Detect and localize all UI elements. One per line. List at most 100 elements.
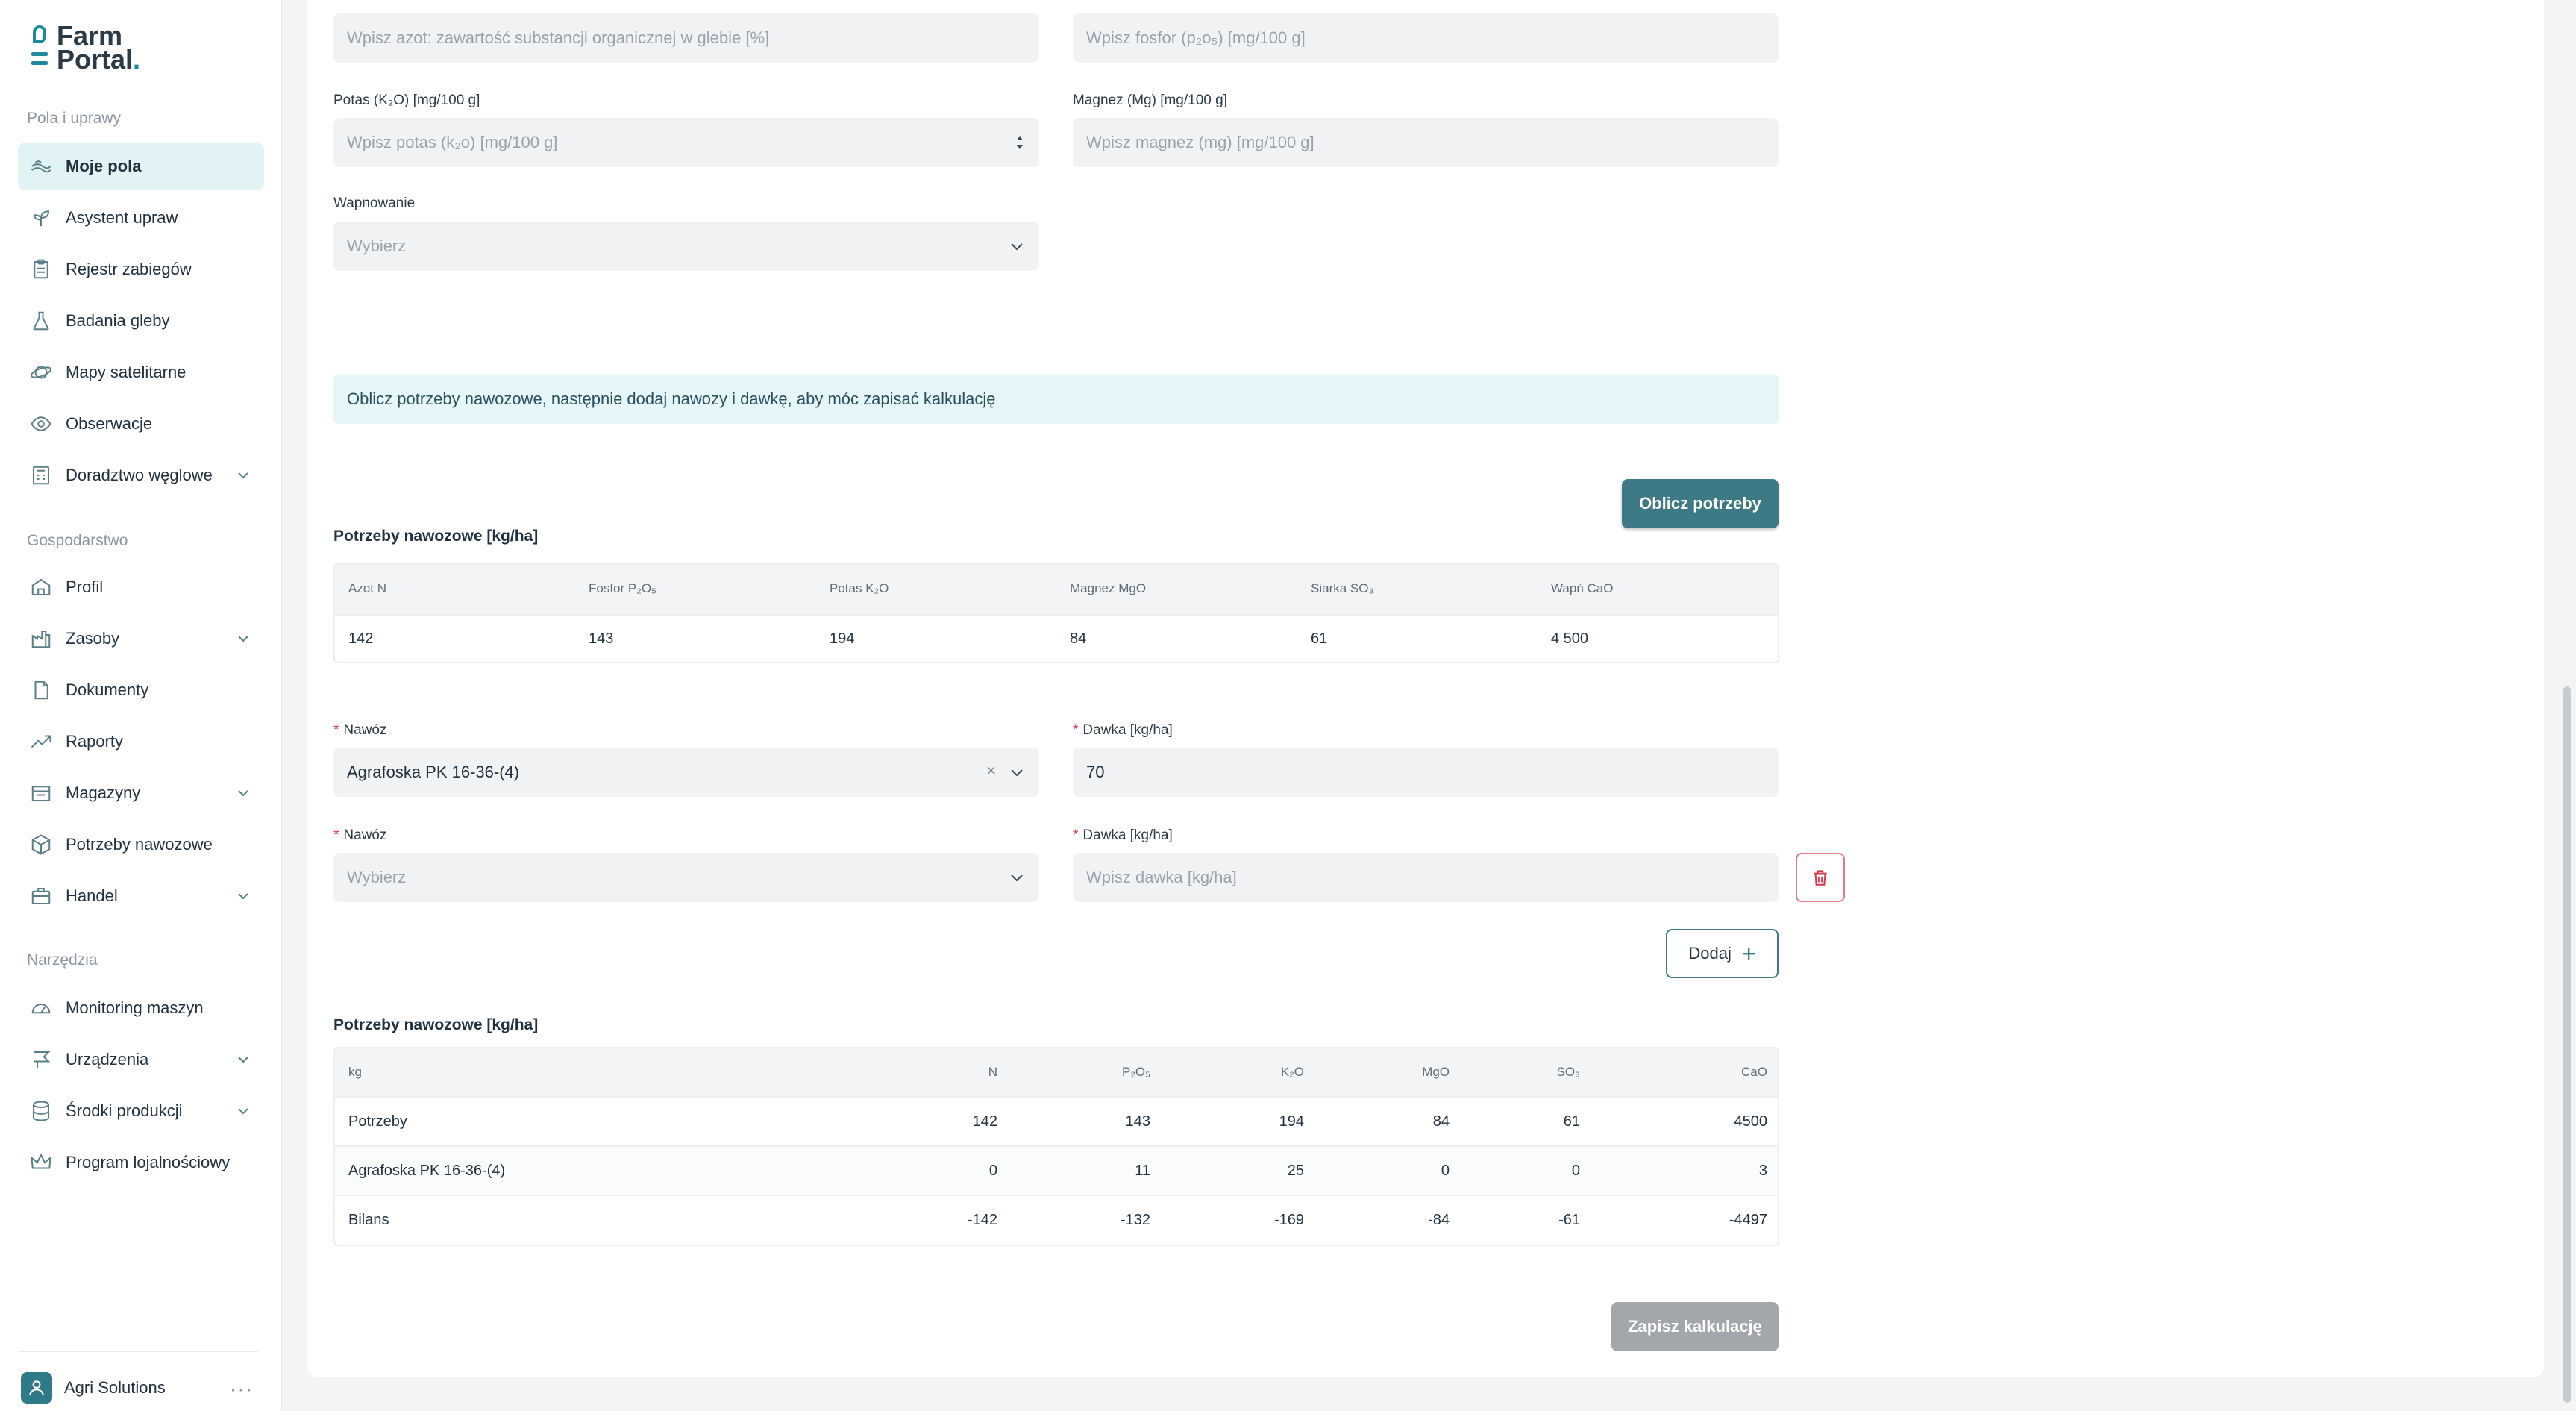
chevron-down-icon xyxy=(238,636,248,642)
azot-input[interactable]: Wpisz azot: zawartość substancji organic… xyxy=(333,13,1039,63)
table-cell: -132 xyxy=(1120,1211,1150,1228)
sidebar: Farm Portal. Pola i uprawy Moje pola Asy… xyxy=(0,0,282,1411)
calculator-icon xyxy=(28,463,54,488)
potas-label: Potas (K₂O) [mg/100 g] xyxy=(333,93,480,108)
table-header-cell: MgO xyxy=(1422,1065,1450,1079)
table-header-cell: kg xyxy=(348,1065,362,1079)
sidebar-item-urzadzenia[interactable]: Urządzenia xyxy=(18,1036,264,1083)
sidebar-item-mapy-satelitarne[interactable]: Mapy satelitarne xyxy=(18,348,264,396)
nawoz-select-1[interactable]: Agrafoska PK 16-36-(4) × xyxy=(333,748,1039,797)
nawoz-label: * Nawóz xyxy=(333,722,387,738)
table-row: Bilans -142 -132 -169 -84 -61 -4497 xyxy=(335,1196,1778,1245)
row-label: Agrafoska PK 16-36-(4) xyxy=(348,1162,506,1179)
sidebar-item-monitoring-maszyn[interactable]: Monitoring maszyn xyxy=(18,984,264,1032)
table-cell: -84 xyxy=(1428,1211,1450,1228)
table-cell: 3 xyxy=(1758,1162,1767,1179)
wapnowanie-label: Wapnowanie xyxy=(333,195,416,211)
wapnowanie-select[interactable]: Wybierz xyxy=(333,222,1039,271)
delete-row-button[interactable] xyxy=(1796,853,1845,902)
table-header-cell: Siarka SO₃ xyxy=(1311,581,1374,595)
needs-table: Azot N Fosfor P₂O₅ Potas K₂O Magnez MgO … xyxy=(333,563,1779,663)
magnez-label: Magnez (Mg) [mg/100 g] xyxy=(1073,93,1227,108)
sidebar-item-rejestr-zabiegow[interactable]: Rejestr zabiegów xyxy=(18,245,264,293)
table-cell: 84 xyxy=(1432,1113,1450,1130)
flask-icon xyxy=(28,308,54,334)
dawka-label: * Dawka [kg/ha] xyxy=(1073,722,1173,738)
potas-input[interactable]: Wpisz potas (k₂o) [mg/100 g] xyxy=(333,118,1039,167)
fields-icon xyxy=(28,154,54,179)
magnez-input[interactable]: Wpisz magnez (mg) [mg/100 g] xyxy=(1073,118,1779,167)
sidebar-item-srodki-produkcji[interactable]: Środki produkcji xyxy=(18,1087,264,1135)
chevron-down-icon xyxy=(1011,875,1023,882)
more-options-icon[interactable]: ··· xyxy=(230,1377,254,1401)
table-cell: -169 xyxy=(1273,1211,1304,1228)
table-cell: 143 xyxy=(589,631,614,647)
sidebar-item-doradztwo-weglowe[interactable]: Doradztwo węglowe xyxy=(18,451,264,499)
chevron-down-icon xyxy=(1011,769,1023,777)
dawka-input-2[interactable]: Wpisz dawka [kg/ha] xyxy=(1073,853,1779,902)
table-cell: 194 xyxy=(830,631,855,647)
chevron-down-icon xyxy=(238,472,248,479)
table-cell: 61 xyxy=(1311,631,1328,647)
factory-icon xyxy=(28,626,54,651)
farm-icon xyxy=(28,575,54,600)
chevron-down-icon xyxy=(1011,243,1023,251)
spinner-arrows-icon[interactable] xyxy=(1015,134,1024,151)
section-tools: Narzędzia xyxy=(27,951,98,969)
logo-mark-icon xyxy=(33,25,46,43)
farm-portal-logo[interactable]: Farm Portal. xyxy=(30,22,149,73)
calculate-needs-button[interactable]: Oblicz potrzeby xyxy=(1622,479,1779,528)
add-fertilizer-button[interactable]: Dodaj + xyxy=(1666,929,1779,978)
section-farm: Gospodarstwo xyxy=(27,532,128,549)
table-cell: -61 xyxy=(1558,1211,1580,1228)
sidebar-item-program-lojalnosciowy[interactable]: Program lojalnościowy xyxy=(18,1139,264,1186)
table-cell: 84 xyxy=(1070,631,1087,647)
fosfor-input[interactable]: Wpisz fosfor (p₂o₅) [mg/100 g] xyxy=(1073,13,1779,63)
save-calculation-button[interactable]: Zapisz kalkulację xyxy=(1611,1302,1779,1351)
table-header-cell: N xyxy=(988,1065,997,1079)
table-cell: 0 xyxy=(1571,1162,1580,1179)
row-label: Bilans xyxy=(348,1211,389,1228)
balance-heading: Potrzeby nawozowe [kg/ha] xyxy=(333,1016,539,1033)
sidebar-item-badania-gleby[interactable]: Badania gleby xyxy=(18,297,264,345)
briefcase-icon xyxy=(28,883,54,909)
sidebar-item-handel[interactable]: Handel xyxy=(18,872,264,920)
sidebar-item-zasoby[interactable]: Zasoby xyxy=(18,615,264,663)
chevron-down-icon xyxy=(238,1108,248,1115)
sidebar-item-potrzeby-nawozowe[interactable]: Potrzeby nawozowe xyxy=(18,821,264,869)
sidebar-item-obserwacje[interactable]: Obserwacje xyxy=(18,400,264,448)
table-cell: -142 xyxy=(967,1211,997,1228)
table-cell: 4 500 xyxy=(1551,631,1589,647)
sidebar-item-dokumenty[interactable]: Dokumenty xyxy=(18,666,264,714)
sidebar-item-moje-pola[interactable]: Moje pola xyxy=(18,143,264,190)
table-cell: 4500 xyxy=(1734,1113,1768,1130)
chevron-down-icon xyxy=(238,893,248,900)
satellite-icon xyxy=(28,360,54,385)
table-cell: 25 xyxy=(1287,1162,1304,1179)
table-header-cell: SO₃ xyxy=(1556,1065,1581,1079)
row-label: Potrzeby xyxy=(348,1113,407,1130)
needs-heading: Potrzeby nawozowe [kg/ha] xyxy=(333,528,539,545)
table-cell: 0 xyxy=(988,1162,997,1179)
nawoz-select-2[interactable]: Wybierz xyxy=(333,853,1039,902)
chevron-down-icon xyxy=(238,1057,248,1063)
user-icon xyxy=(29,1380,44,1395)
sidebar-item-asystent-upraw[interactable]: Asystent upraw xyxy=(18,194,264,242)
clear-icon[interactable]: × xyxy=(986,761,996,780)
sprout-icon xyxy=(28,205,54,231)
sidebar-item-raporty[interactable]: Raporty xyxy=(18,718,264,766)
table-cell: 11 xyxy=(1135,1162,1150,1179)
dawka-input-1[interactable]: 70 xyxy=(1073,748,1779,797)
scrollbar-thumb[interactable] xyxy=(2563,686,2571,1403)
clipboard-icon xyxy=(28,257,54,282)
plus-icon: + xyxy=(1741,940,1756,967)
user-menu[interactable]: Agri Solutions xyxy=(21,1371,166,1404)
table-row: Potrzeby 142 143 194 84 61 4500 xyxy=(335,1098,1778,1147)
trend-icon xyxy=(28,729,54,754)
sidebar-item-magazyny[interactable]: Magazyny xyxy=(18,769,264,817)
document-icon xyxy=(28,678,54,703)
table-header-cell: Azot N xyxy=(348,581,387,595)
table-header-cell: CaO xyxy=(1741,1065,1767,1079)
sidebar-item-profil[interactable]: Profil xyxy=(18,563,264,611)
trash-icon xyxy=(1814,870,1827,886)
